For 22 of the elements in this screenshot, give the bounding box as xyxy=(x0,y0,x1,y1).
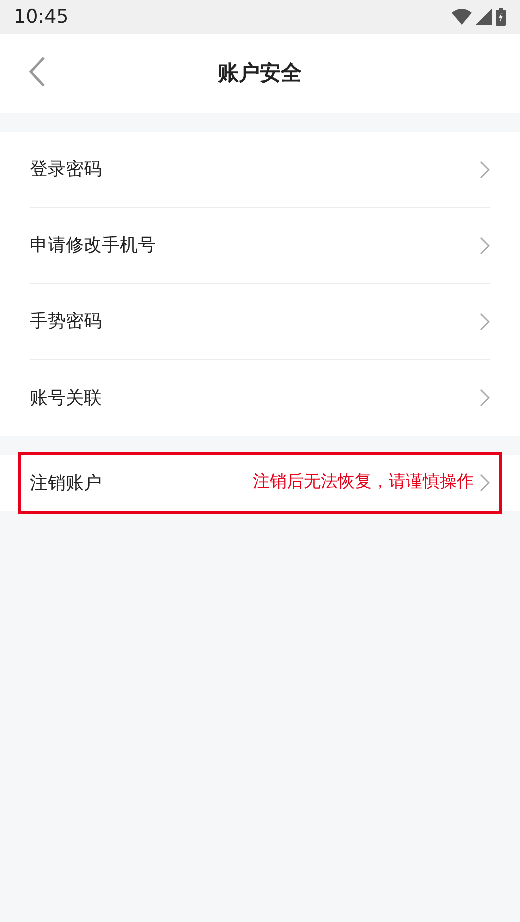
chevron-icon xyxy=(480,389,490,407)
chevron-icon xyxy=(480,160,490,178)
chevron-icon xyxy=(480,236,490,254)
row-label: 申请修改手机号 xyxy=(30,234,156,258)
chevron-icon xyxy=(480,474,490,492)
row-label: 登录密码 xyxy=(30,158,102,182)
status-time: 10:45 xyxy=(14,4,69,30)
page-title: 账户安全 xyxy=(218,60,302,87)
settings-row[interactable]: 申请修改手机号 xyxy=(30,208,490,284)
settings-row[interactable]: 账号关联 xyxy=(30,360,490,436)
wifi-icon xyxy=(452,9,472,25)
row-label: 手势密码 xyxy=(30,310,102,334)
chevron-icon xyxy=(480,312,490,330)
warning-text: 注销后无法恢复，请谨慎操作 xyxy=(253,471,474,494)
back-button[interactable] xyxy=(28,56,46,88)
back-icon xyxy=(28,56,46,88)
battery-icon xyxy=(496,8,506,26)
settings-row[interactable]: 手势密码 xyxy=(30,284,490,360)
signal-icon xyxy=(476,9,492,25)
settings-row[interactable]: 登录密码 xyxy=(30,132,490,208)
row-label: 注销账户 xyxy=(30,472,102,496)
row-label: 账号关联 xyxy=(30,386,102,410)
